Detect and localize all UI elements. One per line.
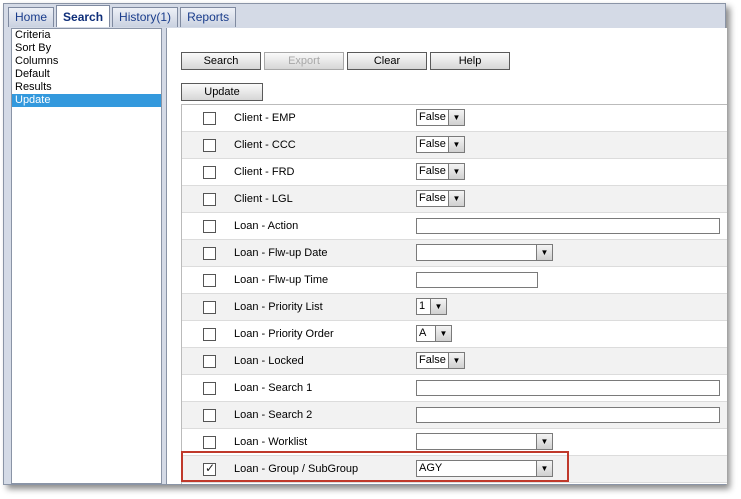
left-nav-panel: Criteria Sort By Columns Default Results Upda… <box>11 28 162 484</box>
field-row: Loan - Flw-up Time <box>182 267 727 294</box>
row-checkbox[interactable] <box>203 220 216 233</box>
nav-item-results[interactable]: Results <box>12 81 161 94</box>
search-button[interactable]: Search <box>181 52 261 70</box>
field-row: Loan - Search 1 <box>182 375 727 402</box>
field-row: Client - EMP False ▼ <box>182 105 727 132</box>
dropdown-value <box>417 245 536 260</box>
dropdown-value <box>417 434 536 449</box>
chevron-down-icon[interactable]: ▼ <box>448 164 464 179</box>
field-row: Loan - Priority List 1 ▼ <box>182 294 727 321</box>
row-checkbox[interactable] <box>203 193 216 206</box>
nav-item-sort-by[interactable]: Sort By <box>12 42 161 55</box>
field-dropdown[interactable]: False ▼ <box>416 352 465 369</box>
chevron-down-icon[interactable]: ▼ <box>536 245 552 260</box>
chevron-down-icon[interactable]: ▼ <box>448 110 464 125</box>
row-checkbox[interactable] <box>203 436 216 449</box>
tab-reports[interactable]: Reports <box>180 7 237 27</box>
field-label: Client - EMP <box>234 112 296 124</box>
row-checkbox[interactable] <box>203 355 216 368</box>
field-row: Loan - Search 2 <box>182 402 727 429</box>
tab-history-1[interactable]: History(1) <box>112 7 179 27</box>
row-checkbox[interactable] <box>203 301 216 314</box>
help-button[interactable]: Help <box>430 52 510 70</box>
row-checkbox[interactable] <box>203 247 216 260</box>
nav-item-criteria[interactable]: Criteria <box>12 29 161 42</box>
field-row: Loan - Priority Order A ▼ <box>182 321 727 348</box>
row-checkbox[interactable] <box>203 112 216 125</box>
field-label: Loan - Group / SubGroup <box>234 463 359 475</box>
field-label: Loan - Flw-up Time <box>234 274 329 286</box>
field-dropdown[interactable]: ▼ <box>416 244 553 261</box>
row-checkbox[interactable] <box>203 139 216 152</box>
chevron-down-icon[interactable]: ▼ <box>435 326 451 341</box>
update-fields-grid: Client - EMP False ▼ Client - CCC False ▼ Clie… <box>181 104 727 484</box>
row-checkbox[interactable] <box>203 382 216 395</box>
row-checkbox[interactable] <box>203 328 216 341</box>
tab-search[interactable]: Search <box>56 5 111 27</box>
chevron-down-icon[interactable]: ▼ <box>430 299 446 314</box>
chevron-down-icon[interactable]: ▼ <box>536 434 552 449</box>
field-label: Loan - Action <box>234 220 299 232</box>
field-row: Loan - Action <box>182 213 727 240</box>
field-row: Loan - Worklist ▼ <box>182 429 727 456</box>
export-button: Export <box>264 52 344 70</box>
row-checkbox[interactable] <box>203 409 216 422</box>
update-button[interactable]: Update <box>181 83 263 101</box>
dropdown-value: A <box>419 327 427 339</box>
dropdown-value: False <box>419 354 446 366</box>
field-text-input[interactable] <box>416 272 538 288</box>
nav-item-default[interactable]: Default <box>12 68 161 81</box>
dropdown-value: 1 <box>419 300 426 312</box>
field-label: Loan - Priority List <box>234 301 323 313</box>
field-text-input[interactable] <box>416 407 720 423</box>
clear-button[interactable]: Clear <box>347 52 427 70</box>
field-label: Loan - Priority Order <box>234 328 334 340</box>
field-dropdown[interactable]: False ▼ <box>416 136 465 153</box>
field-label: Client - CCC <box>234 139 296 151</box>
field-dropdown[interactable]: False ▼ <box>416 163 465 180</box>
tab-home[interactable]: Home <box>8 7 55 27</box>
tab-bar: Home Search History(1) Reports <box>8 5 237 28</box>
field-label: Loan - Worklist <box>234 436 308 448</box>
field-label: Client - LGL <box>234 193 293 205</box>
field-text-input[interactable] <box>416 218 720 234</box>
field-row: Loan - Group / SubGroup AGY ▼ <box>182 456 727 483</box>
dropdown-value: AGY <box>419 462 443 474</box>
field-row: Loan - Flw-up Date ▼ <box>182 240 727 267</box>
field-label: Loan - Search 2 <box>234 409 313 421</box>
field-row: Client - FRD False ▼ <box>182 159 727 186</box>
field-dropdown[interactable]: False ▼ <box>416 190 465 207</box>
chevron-down-icon[interactable]: ▼ <box>448 353 464 368</box>
field-label: Loan - Locked <box>234 355 304 367</box>
dropdown-value: False <box>419 111 446 123</box>
field-dropdown[interactable]: AGY ▼ <box>416 460 553 477</box>
row-checkbox[interactable] <box>203 461 216 476</box>
dropdown-value: False <box>419 165 446 177</box>
chevron-down-icon[interactable]: ▼ <box>448 191 464 206</box>
update-panel: Search Export Clear Help Update Client -… <box>166 28 727 484</box>
nav-item-columns[interactable]: Columns <box>12 55 161 68</box>
row-checkbox[interactable] <box>203 274 216 287</box>
field-label: Loan - Search 1 <box>234 382 313 394</box>
field-dropdown[interactable]: False ▼ <box>416 109 465 126</box>
app-window: Home Search History(1) Reports Criteria Sort… <box>3 3 727 485</box>
field-dropdown[interactable]: ▼ <box>416 433 553 450</box>
dropdown-value: False <box>419 192 446 204</box>
field-row: Client - CCC False ▼ <box>182 132 727 159</box>
field-label: Loan - Flw-up Date <box>234 247 328 259</box>
nav-item-update[interactable]: Update <box>12 94 161 107</box>
field-label: Client - FRD <box>234 166 295 178</box>
chevron-down-icon[interactable]: ▼ <box>536 461 552 476</box>
field-text-input[interactable] <box>416 380 720 396</box>
field-row: Client - LGL False ▼ <box>182 186 727 213</box>
dropdown-value: False <box>419 138 446 150</box>
field-dropdown[interactable]: A ▼ <box>416 325 452 342</box>
chevron-down-icon[interactable]: ▼ <box>448 137 464 152</box>
field-row: Loan - Locked False ▼ <box>182 348 727 375</box>
field-dropdown[interactable]: 1 ▼ <box>416 298 447 315</box>
row-checkbox[interactable] <box>203 166 216 179</box>
